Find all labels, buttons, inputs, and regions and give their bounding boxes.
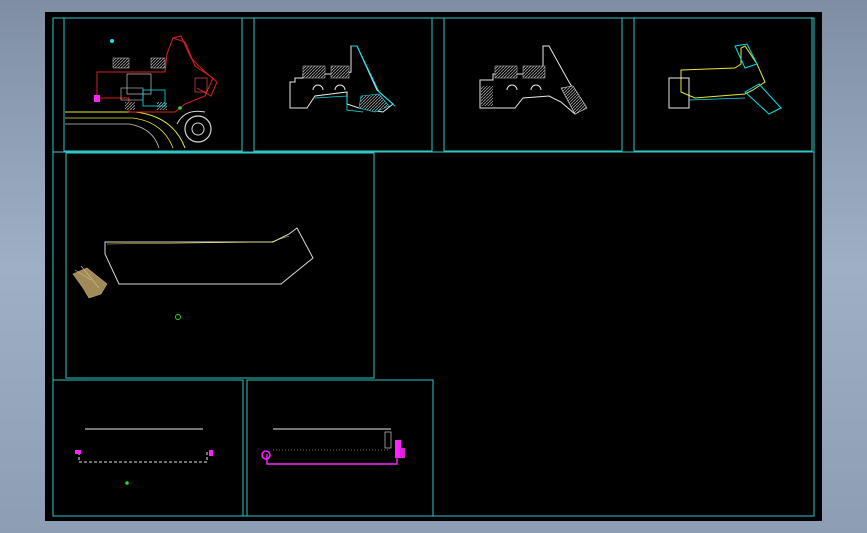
sheet-plan-1[interactable] bbox=[63, 17, 243, 152]
tan-feature bbox=[72, 267, 108, 299]
stair-hatch bbox=[494, 65, 518, 79]
drawing-layout[interactable] bbox=[45, 12, 822, 521]
sheet-frame bbox=[443, 17, 623, 152]
roof-block-white bbox=[668, 77, 690, 109]
building-outline-red bbox=[96, 37, 214, 113]
roundabout-outer bbox=[184, 115, 212, 143]
roof-cyan-wing bbox=[744, 83, 782, 115]
datum-marker bbox=[175, 314, 181, 320]
elev-magenta-block-2 bbox=[400, 448, 405, 458]
arc-room-2 bbox=[530, 84, 542, 91]
sheet-frame bbox=[246, 379, 434, 517]
sheet-frame bbox=[633, 17, 813, 152]
room-hatch-3 bbox=[125, 102, 135, 110]
wing-hatch bbox=[560, 85, 588, 115]
site-outline-inner bbox=[106, 235, 290, 245]
road-curve-1 bbox=[65, 111, 186, 149]
sheet-elev-2[interactable] bbox=[246, 379, 434, 517]
sheet-frame bbox=[253, 17, 433, 152]
stair-hatch bbox=[522, 65, 546, 79]
sheet-plan-5[interactable] bbox=[65, 152, 375, 379]
elev-white-strip bbox=[384, 431, 392, 449]
cyan-base bbox=[314, 95, 364, 113]
roundabout-inner bbox=[191, 122, 205, 136]
arc-room-1 bbox=[506, 84, 518, 91]
elev-magenta-outline bbox=[266, 452, 398, 465]
stair-hatch-1 bbox=[112, 57, 130, 69]
elev-magenta-left bbox=[75, 450, 81, 454]
entrance-dot bbox=[178, 106, 182, 110]
elev-marker-right bbox=[209, 450, 213, 456]
stair-hatch bbox=[330, 65, 350, 79]
stair-hatch-2 bbox=[150, 57, 166, 69]
marker-dot bbox=[110, 39, 114, 43]
sheet-frame bbox=[52, 379, 244, 517]
cad-model-space[interactable] bbox=[45, 12, 822, 521]
stair-hatch bbox=[302, 65, 326, 79]
sheet-elev-1[interactable] bbox=[52, 379, 244, 517]
elev-green-dot bbox=[125, 481, 129, 485]
magenta-room bbox=[94, 95, 100, 102]
sheet-frame bbox=[65, 152, 375, 379]
site-outline bbox=[104, 227, 314, 285]
sheet-plan-2[interactable] bbox=[253, 17, 433, 152]
sheet-plan-3[interactable] bbox=[443, 17, 623, 152]
road-curve-2 bbox=[65, 117, 174, 149]
core-block bbox=[126, 73, 152, 95]
elev-dashed-outline bbox=[78, 452, 208, 463]
arc-room-2 bbox=[334, 84, 346, 91]
sheet-frame bbox=[63, 17, 243, 152]
sheet-plan-4[interactable] bbox=[633, 17, 813, 152]
arc-room-1 bbox=[312, 84, 324, 91]
room-hatch bbox=[481, 86, 493, 106]
road-curve-3 bbox=[65, 123, 160, 149]
elev-magenta-circle bbox=[261, 450, 271, 460]
